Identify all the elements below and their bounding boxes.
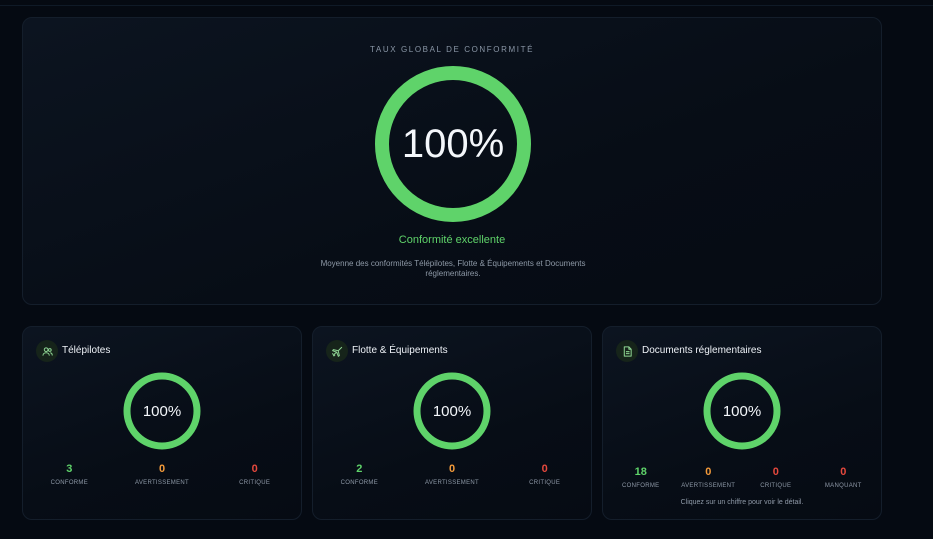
pilots-stats: 3 CONFORME 0 AVERTISSEMENT 0 CRITIQUE: [23, 463, 301, 486]
fleet-compliance-percent: 100%: [432, 402, 472, 420]
stat-avertissement[interactable]: 0 AVERTISSEMENT: [675, 466, 743, 489]
fleet-stats: 2 CONFORME 0 AVERTISSEMENT 0 CRITIQUE: [313, 463, 591, 486]
global-compliance-percent: 100%: [401, 121, 505, 166]
stat-critique-value[interactable]: 0: [498, 463, 591, 476]
stat-avertissement[interactable]: 0 AVERTISSEMENT: [116, 463, 209, 486]
stat-manquant-label: MANQUANT: [824, 483, 862, 489]
pilots-card-title: Télépilotes: [62, 345, 111, 356]
stat-critique-label: CRITIQUE: [239, 480, 271, 486]
stat-manquant-value[interactable]: 0: [810, 466, 878, 479]
stat-conforme-label: CONFORME: [50, 480, 89, 486]
stat-conforme-label: CONFORME: [340, 480, 379, 486]
fleet-card: Flotte & Équipements 100% 2 CONFORME 0 A…: [312, 326, 592, 520]
plane-icon: [326, 340, 348, 362]
documents-card-title: Documents réglementaires: [642, 345, 762, 356]
pilots-compliance-percent: 100%: [142, 402, 182, 420]
documents-card: Documents réglementaires 100% 18 CONFORM…: [602, 326, 882, 520]
documents-stats: 18 CONFORME 0 AVERTISSEMENT 0 CRITIQUE 0…: [607, 466, 877, 489]
stat-avertissement-value[interactable]: 0: [116, 463, 209, 476]
stat-critique-value[interactable]: 0: [208, 463, 301, 476]
global-compliance-panel: TAUX GLOBAL DE CONFORMITÉ 100% Conformit…: [22, 17, 882, 305]
documents-compliance-percent: 100%: [722, 402, 762, 420]
stat-avertissement-value[interactable]: 0: [675, 466, 743, 479]
top-divider: [0, 5, 933, 6]
stat-conforme-value[interactable]: 3: [23, 463, 116, 476]
users-icon: [36, 340, 58, 362]
document-icon: [616, 340, 638, 362]
stat-conforme-label: CONFORME: [622, 483, 660, 489]
global-compliance-description: Moyenne des conformités Télépilotes, Flo…: [320, 259, 586, 278]
pilots-card: Télépilotes 100% 3 CONFORME 0 AVERTISSEM…: [22, 326, 302, 520]
stat-conforme[interactable]: 3 CONFORME: [23, 463, 116, 486]
stat-critique[interactable]: 0 CRITIQUE: [498, 463, 591, 486]
stat-critique[interactable]: 0 CRITIQUE: [742, 466, 810, 489]
stat-critique-value[interactable]: 0: [742, 466, 810, 479]
detail-hint: Cliquez sur un chiffre pour voir le déta…: [680, 499, 804, 506]
stat-conforme[interactable]: 18 CONFORME: [607, 466, 675, 489]
global-compliance-label: TAUX GLOBAL DE CONFORMITÉ: [369, 45, 534, 54]
stat-conforme[interactable]: 2 CONFORME: [313, 463, 406, 486]
stat-manquant[interactable]: 0 MANQUANT: [810, 466, 878, 489]
stat-conforme-value[interactable]: 18: [607, 466, 675, 479]
stat-avertissement[interactable]: 0 AVERTISSEMENT: [406, 463, 499, 486]
stat-critique-label: CRITIQUE: [529, 480, 561, 486]
stat-critique[interactable]: 0 CRITIQUE: [208, 463, 301, 486]
stat-avertissement-label: AVERTISSEMENT: [134, 480, 190, 486]
stat-critique-label: CRITIQUE: [760, 483, 792, 489]
stat-avertissement-label: AVERTISSEMENT: [424, 480, 480, 486]
global-compliance-status: Conformité excellente: [398, 234, 506, 246]
stat-conforme-value[interactable]: 2: [313, 463, 406, 476]
fleet-card-title: Flotte & Équipements: [352, 345, 448, 356]
stat-avertissement-value[interactable]: 0: [406, 463, 499, 476]
stat-avertissement-label: AVERTISSEMENT: [681, 483, 736, 489]
